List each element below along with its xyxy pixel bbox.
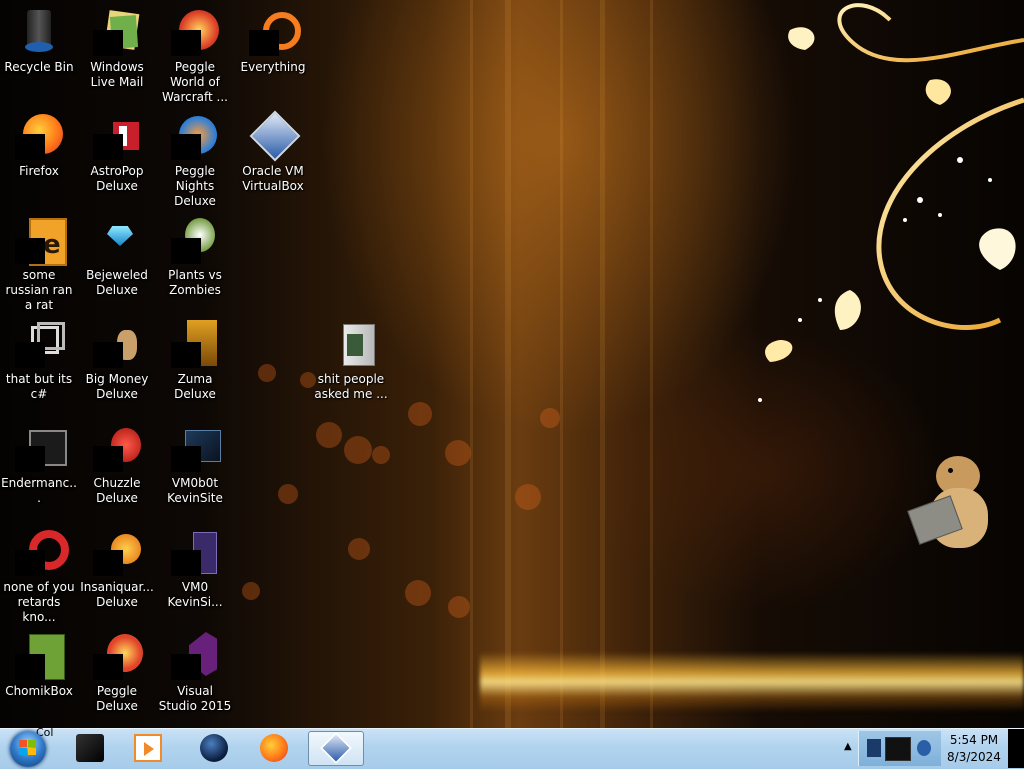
desktop-icon-peggle-nights-deluxe[interactable]: Peggle Nights Deluxe (156, 108, 234, 208)
virtualbox-icon (320, 732, 352, 764)
show-desktop-button[interactable] (1008, 729, 1024, 768)
shortcut-file-icon (15, 320, 65, 368)
desktop-icon-chomikbox[interactable]: ChomikBox (0, 628, 78, 728)
clock-time[interactable]: 5:54 PM (944, 733, 1004, 747)
desktop-icon-oracle-vm-virtualbox[interactable]: Oracle VM VirtualBox (234, 108, 312, 208)
desktop-icon-visual-studio-2015[interactable]: Visual Studio 2015 (156, 628, 234, 728)
tray-icon-network[interactable] (867, 739, 881, 757)
clock-date[interactable]: 8/3/2024 (944, 750, 1004, 764)
desktop-icon-big-money-deluxe[interactable]: Big Money Deluxe (78, 316, 156, 416)
golden-swirl-decoration (758, 3, 1024, 402)
peggle-nights-icon (171, 112, 219, 160)
zuma-icon (171, 320, 219, 368)
peggle-wow-icon (171, 8, 219, 56)
desktop-icon-peggle-world-of-warcraft[interactable]: Peggle World of Warcraft ... (156, 4, 234, 104)
start-button[interactable] (2, 730, 54, 768)
big-money-icon (93, 320, 141, 368)
red-ring-icon (15, 528, 69, 576)
application-window-icon (15, 424, 67, 472)
hamster-gadget[interactable] (907, 452, 1002, 562)
peggle-icon (93, 632, 143, 680)
desktop-icon-endermanc[interactable]: Endermanc... (0, 420, 78, 520)
black-box-icon (76, 734, 104, 762)
desktop-icon-chuzzle-deluxe[interactable]: Chuzzle Deluxe (78, 420, 156, 520)
desktop-icon-recycle-bin[interactable]: Recycle Bin (0, 4, 78, 104)
dark-screen-icon (171, 424, 221, 472)
plants-vs-zombies-icon (171, 216, 219, 264)
tray-icon-volume[interactable] (917, 740, 931, 756)
astropop-icon (93, 112, 141, 160)
firefox-icon (15, 112, 63, 160)
windows-live-mail-icon (93, 8, 141, 56)
everything-search-icon (249, 8, 301, 56)
floor-glow (480, 652, 1024, 712)
firefox-icon (260, 734, 288, 762)
desktop-icon-shit-people-asked-me[interactable]: shit people asked me ... (312, 316, 390, 416)
desktop-icon-zuma-deluxe[interactable]: Zuma Deluxe (156, 316, 234, 416)
desktop-icon-some-russian-ran-a-rat[interactable]: e some russian ran a rat (0, 212, 78, 312)
desktop-icon-that-but-its-csharp[interactable]: that but its c# (0, 316, 78, 416)
orange-file-icon: e (15, 216, 67, 266)
desktop-icon-insaniquarium-deluxe[interactable]: Insaniquar... Deluxe (78, 524, 156, 624)
taskbar-button-media-player[interactable] (120, 731, 176, 766)
taskbar-button-globe-app[interactable] (186, 731, 242, 766)
desktop-icon-plants-vs-zombies[interactable]: Plants vs Zombies (156, 212, 234, 312)
taskbar-button-black-app[interactable] (62, 731, 118, 766)
desktop-icon-firefox[interactable]: Firefox (0, 108, 78, 208)
desktop-icon-windows-live-mail[interactable]: Windows Live Mail (78, 4, 156, 104)
recycle-bin-icon (15, 8, 63, 56)
desktop-icon-astropop-deluxe[interactable]: AstroPop Deluxe (78, 108, 156, 208)
taskbar-button-virtualbox[interactable] (308, 731, 364, 766)
globe-icon (200, 734, 228, 762)
virtualbox-icon (249, 110, 301, 162)
bejeweled-gem-icon (93, 216, 141, 264)
desktop-icon-peggle-deluxe[interactable]: Peggle Deluxe (78, 628, 156, 728)
desktop-icon-vm0-kevinsi[interactable]: VM0 KevinSi... (156, 524, 234, 624)
folder-icon (327, 320, 375, 368)
notification-area (858, 731, 941, 766)
visual-studio-icon (171, 632, 219, 680)
desktop-icon-vm0b0t-kevinsite[interactable]: VM0b0t KevinSite (156, 420, 234, 520)
show-hidden-icons-button[interactable]: ▲ (844, 741, 852, 752)
media-player-icon (134, 734, 162, 762)
document-icon (171, 528, 219, 576)
desktop-icon-everything[interactable]: Everything (234, 4, 312, 104)
taskbar-button-firefox[interactable] (246, 731, 302, 766)
insaniquarium-fish-icon (93, 528, 141, 576)
desktop-icon-bejeweled-deluxe[interactable]: Bejeweled Deluxe (78, 212, 156, 312)
desktop-icon-none-of-you-retards-kno[interactable]: none of you retards kno... (0, 524, 78, 624)
chuzzle-icon (93, 424, 141, 472)
chomikbox-icon (15, 632, 65, 680)
tray-icon-app[interactable] (885, 737, 911, 761)
windows-logo-icon (19, 740, 37, 756)
